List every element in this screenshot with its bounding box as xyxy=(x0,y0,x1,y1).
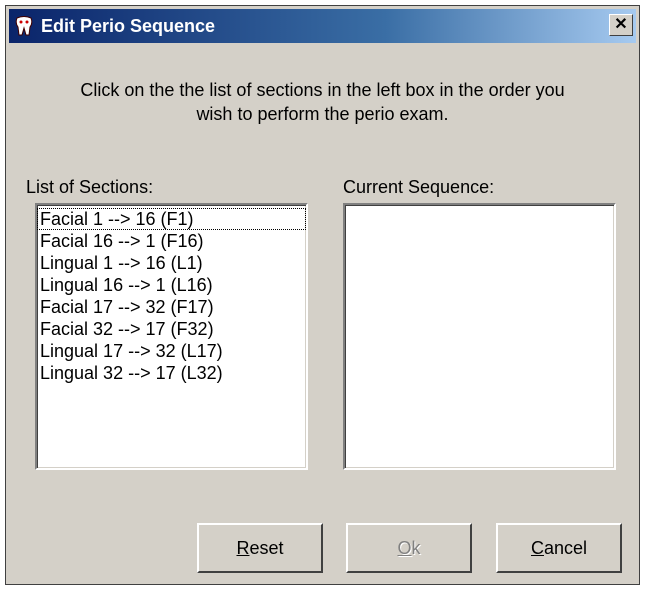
ok-mnemonic: O xyxy=(397,538,412,558)
ok-label: k xyxy=(411,538,421,558)
sequence-listbox[interactable] xyxy=(343,203,616,470)
section-list-item[interactable]: Facial 16 --> 1 (F16) xyxy=(37,230,306,252)
section-list-item[interactable]: Lingual 32 --> 17 (L32) xyxy=(37,362,306,384)
section-list-item[interactable]: Lingual 16 --> 1 (L16) xyxy=(37,274,306,296)
cancel-mnemonic: C xyxy=(530,538,544,558)
ok-button[interactable]: Ok xyxy=(346,523,472,573)
close-icon: ✕ xyxy=(614,16,628,33)
section-list-item[interactable]: Lingual 17 --> 32 (L17) xyxy=(37,340,306,362)
title-bar[interactable]: Edit Perio Sequence ✕ xyxy=(9,9,636,43)
app-tooth-icon xyxy=(13,15,35,37)
sections-label: List of Sections: xyxy=(26,177,154,197)
instructions-text: Click on the the list of sections in the… xyxy=(80,80,565,124)
cancel-label: ancel xyxy=(543,538,588,558)
sections-listbox[interactable]: Facial 1 --> 16 (F1) Facial 16 --> 1 (F16… xyxy=(35,203,308,470)
close-button[interactable]: ✕ xyxy=(609,14,633,36)
window-title: Edit Perio Sequence xyxy=(41,16,216,36)
section-list-item[interactable]: Lingual 1 --> 16 (L1) xyxy=(37,252,306,274)
cancel-button[interactable]: Cancel xyxy=(496,523,622,573)
dialog-window: Edit Perio Sequence ✕ Click on the the l… xyxy=(5,5,640,585)
sequence-label: Current Sequence: xyxy=(343,177,495,197)
section-list-item[interactable]: Facial 17 --> 32 (F17) xyxy=(37,296,306,318)
reset-mnemonic: R xyxy=(236,538,250,558)
section-list-item[interactable]: Facial 32 --> 17 (F32) xyxy=(37,318,306,340)
section-list-item[interactable]: Facial 1 --> 16 (F1) xyxy=(37,208,306,230)
reset-label: eset xyxy=(249,538,284,558)
reset-button[interactable]: Reset xyxy=(197,523,323,573)
